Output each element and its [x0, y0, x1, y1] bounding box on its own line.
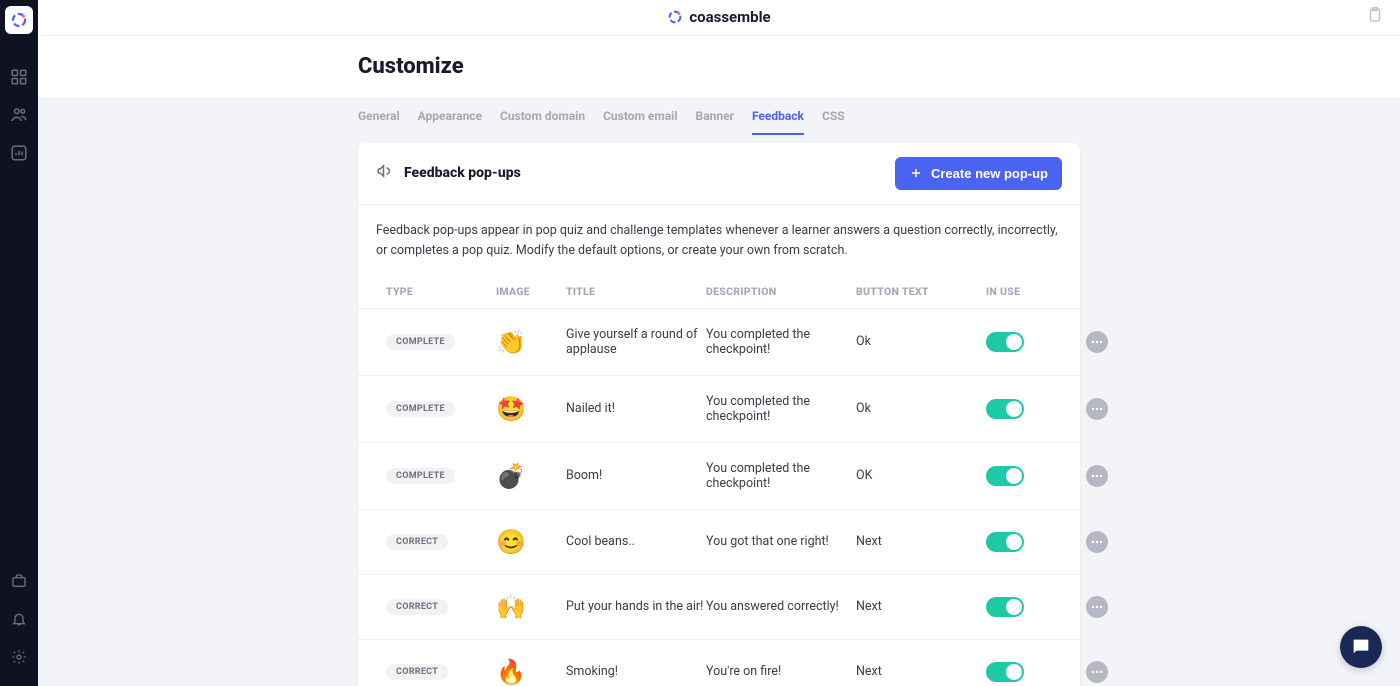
bell-icon[interactable]	[0, 600, 38, 638]
more-options-button[interactable]	[1086, 596, 1108, 618]
row-image: 😊	[496, 528, 566, 556]
col-button-text: BUTTON TEXT	[856, 285, 986, 298]
more-options-button[interactable]	[1086, 465, 1108, 487]
in-use-toggle[interactable]	[986, 597, 1024, 617]
table-row: COMPLETE 🤩Nailed it!You completed the che…	[358, 376, 1080, 443]
tab-banner[interactable]: Banner	[696, 109, 734, 135]
tab-feedback[interactable]: Feedback	[752, 109, 804, 135]
type-pill: CORRECT	[386, 664, 448, 680]
row-description: You got that one right!	[706, 534, 856, 549]
row-title: Cool beans..	[566, 534, 706, 549]
people-icon[interactable]	[0, 96, 38, 134]
row-title: Put your hands in the air!	[566, 599, 706, 614]
row-title: Smoking!	[566, 664, 706, 679]
type-pill: CORRECT	[386, 534, 448, 550]
row-button-text: Ok	[856, 401, 986, 416]
brand: coassemble	[667, 8, 770, 26]
table-row: COMPLETE 👏Give yourself a round of applau…	[358, 309, 1080, 376]
create-popup-label: Create new pop-up	[931, 166, 1048, 181]
row-title: Nailed it!	[566, 401, 706, 416]
row-button-text: Ok	[856, 334, 986, 349]
type-pill: COMPLETE	[386, 401, 455, 417]
clipboard-icon[interactable]	[1366, 6, 1384, 28]
type-pill: CORRECT	[386, 599, 448, 615]
row-title: Give yourself a round of applause	[566, 327, 706, 357]
tab-custom-domain[interactable]: Custom domain	[500, 109, 585, 135]
table-row: COMPLETE 💣Boom!You completed the checkpoi…	[358, 443, 1080, 510]
row-image: 👏	[496, 328, 566, 356]
topbar: coassemble	[38, 0, 1400, 36]
col-in-use: IN USE	[986, 285, 1086, 298]
table-row: CORRECT 🙌Put your hands in the air!You an…	[358, 575, 1080, 640]
type-pill: COMPLETE	[386, 334, 455, 350]
page-title: Customize	[38, 36, 1400, 97]
more-options-button[interactable]	[1086, 531, 1108, 553]
analytics-icon[interactable]	[0, 134, 38, 172]
row-image: 🔥	[496, 658, 566, 686]
card-title: Feedback pop-ups	[404, 165, 521, 181]
more-options-button[interactable]	[1086, 398, 1108, 420]
tab-general[interactable]: General	[358, 109, 400, 135]
row-description: You answered correctly!	[706, 599, 856, 614]
card-description: Feedback pop-ups appear in pop quiz and …	[358, 205, 1080, 277]
row-description: You completed the checkpoint!	[706, 327, 856, 357]
col-type: TYPE	[386, 285, 496, 298]
more-options-button[interactable]	[1086, 661, 1108, 683]
settings-icon[interactable]	[0, 638, 38, 676]
row-title: Boom!	[566, 468, 706, 483]
row-button-text: OK	[856, 468, 986, 483]
row-image: 💣	[496, 462, 566, 490]
table-header: TYPE IMAGE TITLE DESCRIPTION BUTTON TEXT…	[358, 277, 1080, 309]
col-image: IMAGE	[496, 285, 566, 298]
sidebar	[0, 0, 38, 686]
row-image: 🙌	[496, 593, 566, 621]
grid-icon[interactable]	[0, 58, 38, 96]
tab-appearance[interactable]: Appearance	[418, 109, 482, 135]
briefcase-icon[interactable]	[0, 562, 38, 600]
brand-text: coassemble	[689, 8, 770, 26]
chat-launcher[interactable]	[1340, 626, 1382, 668]
table-row: CORRECT 🔥Smoking!You're on fire!Next	[358, 640, 1080, 686]
row-description: You're on fire!	[706, 664, 856, 679]
in-use-toggle[interactable]	[986, 399, 1024, 419]
row-description: You completed the checkpoint!	[706, 461, 856, 491]
col-description: DESCRIPTION	[706, 285, 856, 298]
megaphone-icon	[376, 162, 394, 184]
in-use-toggle[interactable]	[986, 532, 1024, 552]
row-description: You completed the checkpoint!	[706, 394, 856, 424]
row-image: 🤩	[496, 395, 566, 423]
type-pill: COMPLETE	[386, 468, 455, 484]
tabs: General Appearance Custom domain Custom ema…	[358, 97, 1080, 135]
create-popup-button[interactable]: Create new pop-up	[895, 157, 1062, 190]
in-use-toggle[interactable]	[986, 332, 1024, 352]
row-button-text: Next	[856, 599, 986, 614]
row-button-text: Next	[856, 534, 986, 549]
tab-custom-email[interactable]: Custom email	[603, 109, 677, 135]
tab-css[interactable]: CSS	[822, 109, 845, 135]
col-title: TITLE	[566, 285, 706, 298]
row-button-text: Next	[856, 664, 986, 679]
in-use-toggle[interactable]	[986, 662, 1024, 682]
app-logo[interactable]	[5, 6, 33, 34]
more-options-button[interactable]	[1086, 331, 1108, 353]
feedback-card: Feedback pop-ups Create new pop-up Feedb…	[358, 143, 1080, 686]
table-row: CORRECT 😊Cool beans..You got that one rig…	[358, 510, 1080, 575]
in-use-toggle[interactable]	[986, 466, 1024, 486]
